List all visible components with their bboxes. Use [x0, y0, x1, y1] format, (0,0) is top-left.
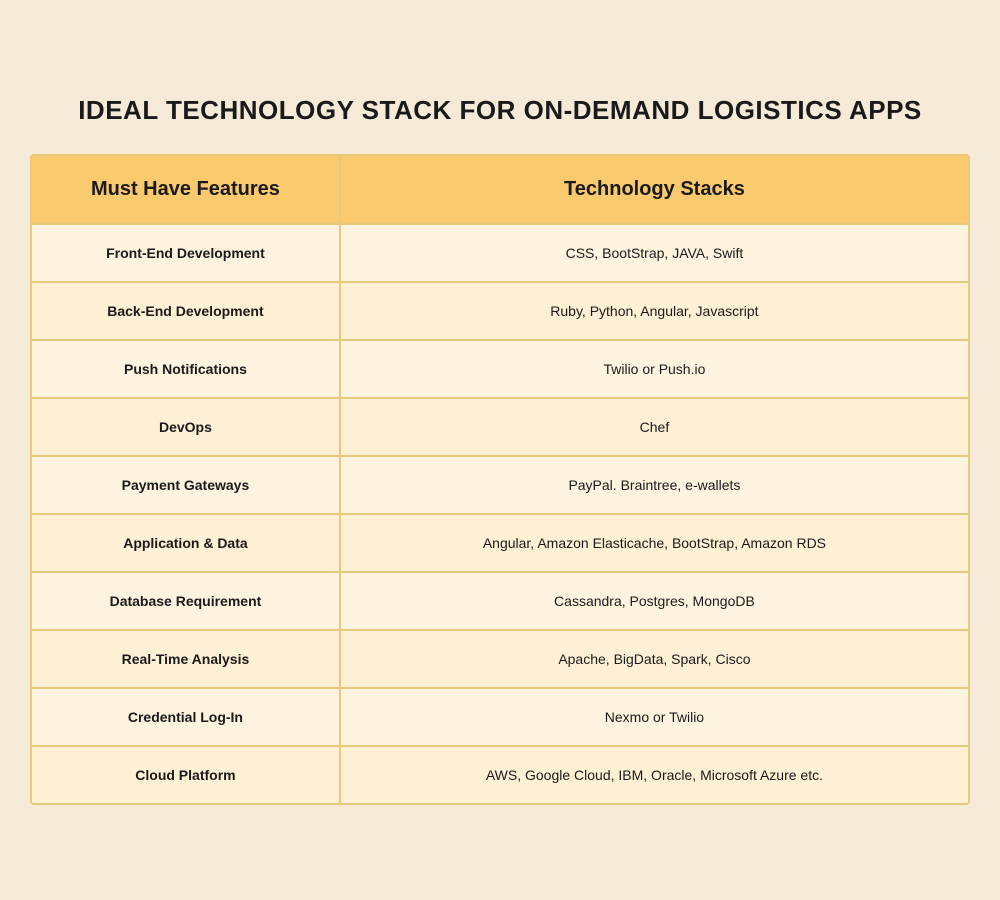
- stack-cell: Angular, Amazon Elasticache, BootStrap, …: [341, 515, 968, 571]
- main-table: Must Have Features Technology Stacks Fro…: [30, 154, 970, 805]
- header-features: Must Have Features: [32, 156, 341, 223]
- feature-cell: DevOps: [32, 399, 341, 455]
- stack-cell: Nexmo or Twilio: [341, 689, 968, 745]
- table-header: Must Have Features Technology Stacks: [32, 156, 968, 225]
- table-body: Front-End DevelopmentCSS, BootStrap, JAV…: [32, 225, 968, 803]
- stack-cell: Twilio or Push.io: [341, 341, 968, 397]
- table-row: Database RequirementCassandra, Postgres,…: [32, 573, 968, 631]
- table-row: Credential Log-InNexmo or Twilio: [32, 689, 968, 747]
- feature-cell: Front-End Development: [32, 225, 341, 281]
- table-row: Cloud PlatformAWS, Google Cloud, IBM, Or…: [32, 747, 968, 803]
- feature-cell: Payment Gateways: [32, 457, 341, 513]
- feature-cell: Cloud Platform: [32, 747, 341, 803]
- feature-cell: Back-End Development: [32, 283, 341, 339]
- page-wrapper: IDEAL TECHNOLOGY STACK FOR ON-DEMAND LOG…: [30, 75, 970, 825]
- page-title: IDEAL TECHNOLOGY STACK FOR ON-DEMAND LOG…: [30, 95, 970, 126]
- feature-cell: Database Requirement: [32, 573, 341, 629]
- table-row: DevOpsChef: [32, 399, 968, 457]
- table-row: Application & DataAngular, Amazon Elasti…: [32, 515, 968, 573]
- stack-cell: Cassandra, Postgres, MongoDB: [341, 573, 968, 629]
- feature-cell: Real-Time Analysis: [32, 631, 341, 687]
- feature-cell: Application & Data: [32, 515, 341, 571]
- stack-cell: AWS, Google Cloud, IBM, Oracle, Microsof…: [341, 747, 968, 803]
- stack-cell: Chef: [341, 399, 968, 455]
- feature-cell: Push Notifications: [32, 341, 341, 397]
- table-row: Push NotificationsTwilio or Push.io: [32, 341, 968, 399]
- stack-cell: Ruby, Python, Angular, Javascript: [341, 283, 968, 339]
- feature-cell: Credential Log-In: [32, 689, 341, 745]
- stack-cell: Apache, BigData, Spark, Cisco: [341, 631, 968, 687]
- table-row: Payment GatewaysPayPal. Braintree, e-wal…: [32, 457, 968, 515]
- header-stacks: Technology Stacks: [341, 156, 968, 223]
- stack-cell: CSS, BootStrap, JAVA, Swift: [341, 225, 968, 281]
- table-row: Front-End DevelopmentCSS, BootStrap, JAV…: [32, 225, 968, 283]
- table-row: Real-Time AnalysisApache, BigData, Spark…: [32, 631, 968, 689]
- table-row: Back-End DevelopmentRuby, Python, Angula…: [32, 283, 968, 341]
- stack-cell: PayPal. Braintree, e-wallets: [341, 457, 968, 513]
